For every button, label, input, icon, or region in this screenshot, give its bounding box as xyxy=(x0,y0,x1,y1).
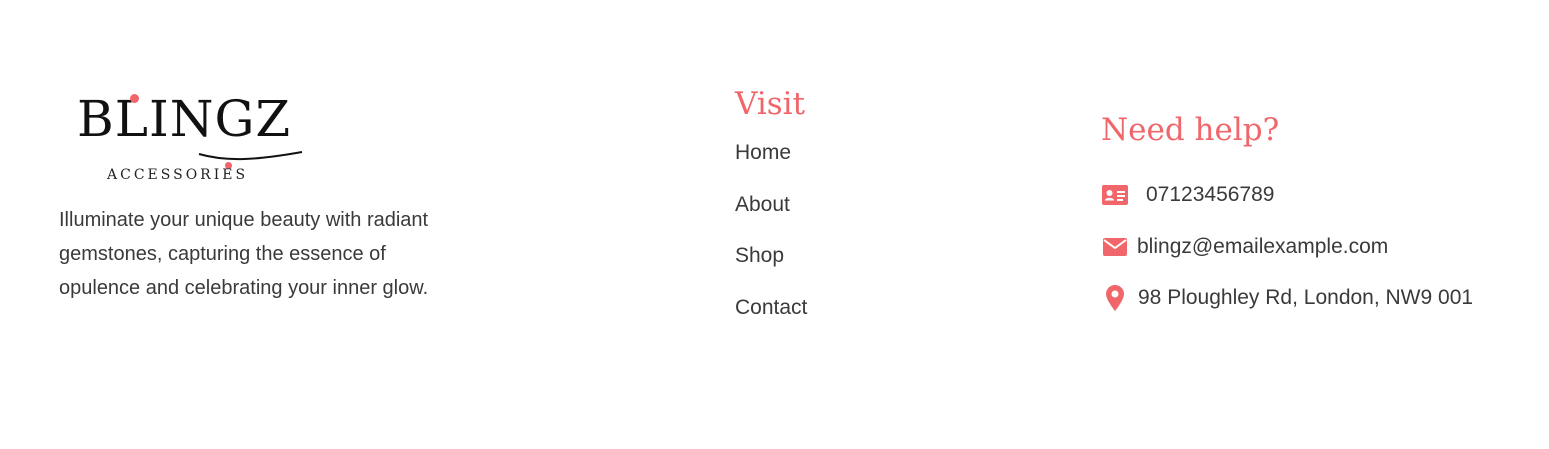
phone-number: 07123456789 xyxy=(1146,183,1275,206)
email-address: blingz@emailexample.com xyxy=(1137,234,1389,258)
contact-address[interactable]: 98 Ploughley Rd, London, NW9 001 xyxy=(1101,285,1473,311)
logo-subtitle: ACCESSORIES xyxy=(107,167,249,183)
logo-swoosh xyxy=(198,151,303,161)
map-pin-icon xyxy=(1101,285,1128,311)
logo-dot-top xyxy=(130,94,139,103)
nav-link-home[interactable]: Home xyxy=(735,140,807,166)
brand-logo[interactable]: BLINGZ ACCESSORIES xyxy=(77,92,327,192)
nav-link-shop[interactable]: Shop xyxy=(735,243,807,269)
brand-tagline: Illuminate your unique beauty with radia… xyxy=(59,209,429,299)
contact-phone[interactable]: 07123456789 xyxy=(1101,182,1473,208)
address-text: 98 Ploughley Rd, London, NW9 001 xyxy=(1138,286,1474,309)
id-card-icon xyxy=(1101,183,1128,207)
visit-title: Visit xyxy=(735,86,806,122)
visit-column: Visit Home About Shop Contact xyxy=(735,82,807,346)
help-title: Need help? xyxy=(1101,112,1280,148)
contact-list: 07123456789 blingz@emailexample.com 98 P… xyxy=(1101,182,1473,311)
nav-link-about[interactable]: About xyxy=(735,192,807,218)
brand-column: BLINGZ ACCESSORIES Illuminate your uniqu… xyxy=(59,92,439,305)
footer-nav: Home About Shop Contact xyxy=(735,140,807,321)
envelope-icon xyxy=(1101,235,1128,259)
contact-email[interactable]: blingz@emailexample.com xyxy=(1101,234,1473,260)
site-footer: BLINGZ ACCESSORIES Illuminate your uniqu… xyxy=(0,0,1549,449)
nav-link-contact[interactable]: Contact xyxy=(735,295,807,321)
help-column: Need help? 07123456789 blingz@emailexamp… xyxy=(1101,108,1473,337)
